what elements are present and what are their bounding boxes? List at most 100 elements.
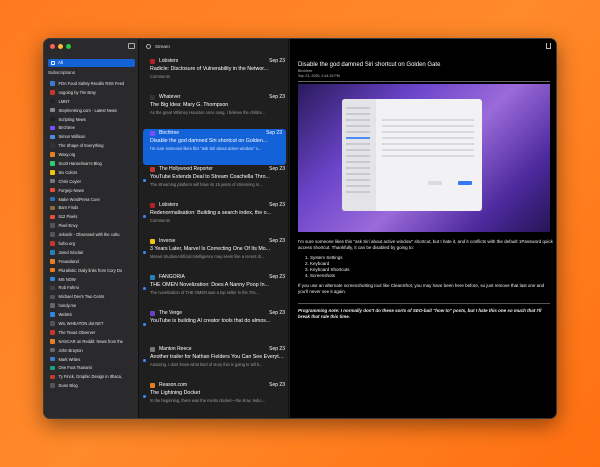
subscription-label: LMNT: [58, 98, 70, 104]
sidebar-subscription-item[interactable]: Scott Hanselman's Blog: [50, 159, 136, 168]
sidebar-subscription-item[interactable]: MS NOW: [50, 275, 136, 284]
article-row[interactable]: The Verge Sep 23 YouTube is building AI cr…: [140, 309, 289, 345]
article-row[interactable]: Reason.com Sep 23 The Lightning Docket In t…: [140, 381, 289, 417]
article-body: I'm sure someone likes this "ask Siri ab…: [298, 239, 554, 295]
feed-favicon-icon: [50, 107, 55, 113]
sidebar-subscription-item[interactable]: Jared Sinclair: [50, 248, 136, 257]
sidebar-subscription-item[interactable]: Rob Fahrni: [50, 283, 136, 292]
article-summary: As the great Whitney Houston once sang, …: [150, 109, 266, 115]
sidebar-subscription-item[interactable]: Ty Finck, Graphic Design in Ithaca,: [50, 372, 136, 381]
sidebar-subscription-item[interactable]: NASCAR on Reddit: News from the: [50, 337, 136, 346]
article-summary: The streaming platform will have its 15 …: [150, 181, 263, 187]
steps-list: System SettingsKeyboardKeyboard Shortcut…: [298, 255, 554, 279]
article-row[interactable]: Birchtree Sep 23 Disable the god damned Si…: [143, 129, 286, 165]
feed-favicon-icon: [50, 98, 55, 104]
sidebar-subscription-item[interactable]: Birchtree: [50, 123, 136, 132]
sidebar-subscription-item[interactable]: The Texas Observer: [50, 328, 136, 337]
feed-favicon-icon: [50, 223, 55, 228]
article-list: Lobsters Sep 23 Radicle: Disclosure of Vul…: [140, 57, 289, 419]
article-title: YouTube Extends Deal to Stream Coachella…: [150, 174, 270, 180]
article-row[interactable]: Manton Reece Sep 23 Another trailer for Na…: [140, 345, 289, 381]
sidebar-subscription-item[interactable]: Barn Finds: [50, 203, 136, 212]
sidebar-subscription-item[interactable]: Scripting News: [50, 115, 136, 124]
timeline-pane: Stream Lobsters Sep 23 Radicle: Disclosure…: [140, 39, 289, 418]
sidebar-subscription-item[interactable]: Michael Dev's Two Cents: [50, 292, 136, 301]
subscription-label: NASCAR on Reddit: News from the: [58, 338, 123, 344]
refresh-icon[interactable]: [146, 43, 151, 49]
article-title: Radicle: Disclosure of Vulnerability in …: [150, 66, 269, 72]
sidebar-toggle-icon[interactable]: [128, 43, 135, 49]
subscription-label: FDA Food Safety Recalls RSS Feed: [58, 80, 125, 86]
article-row[interactable]: The VergeSep 23Discord will now automati…: [140, 417, 289, 419]
article-row[interactable]: Lobsters Sep 23 Radicle: Disclosure of Vul…: [140, 57, 289, 93]
unread-dot-icon: [143, 359, 146, 362]
subscription-label: Waxy.org: [58, 152, 76, 158]
article-title: Disable the god damned Siri shortcut on …: [298, 62, 441, 68]
sidebar-subscription-item[interactable]: Chris Coyier: [50, 177, 136, 186]
zoom-window-button[interactable]: [66, 44, 71, 49]
sidebar-item-all[interactable]: All: [48, 59, 135, 67]
subscription-label: Ty Finck, Graphic Design in Ithaca,: [58, 374, 122, 380]
timeline-title: Stream: [155, 43, 170, 49]
subscription-label: WebKit: [58, 312, 72, 318]
sidebar-subscription-item[interactable]: Make WordPress Core: [50, 195, 136, 204]
article-row[interactable]: Whatever Sep 23 The Big Idea: Mary G. Thom…: [140, 93, 289, 129]
subscription-label: 512 Pixels: [58, 214, 78, 220]
share-icon[interactable]: [546, 43, 551, 49]
sidebar-subscription-item[interactable]: Mark Writes: [50, 355, 136, 364]
subscription-label: The Texas Observer: [58, 329, 96, 335]
article-feed-name: Inverse: [159, 238, 176, 244]
sidebar-subscription-item[interactable]: Pluralistic: Daily links from Cory Do: [50, 266, 136, 275]
sidebar-subscription-item[interactable]: Dunn Blog: [50, 381, 136, 390]
article-summary: Marvel StudiosArtificial Intelligence ma…: [150, 253, 265, 259]
sidebar-item-label: All: [58, 60, 64, 65]
feed-favicon-icon: [50, 267, 55, 273]
sidebar-subscription-item[interactable]: Jekonik - Obsessed with the cultu: [50, 230, 136, 239]
sidebar-subscription-item[interactable]: Waxy.org: [50, 150, 136, 159]
subscription-label: Birchtree: [58, 125, 75, 131]
article-feed-name: The Verge: [159, 418, 269, 419]
article-date: Sep 23: [269, 310, 285, 316]
article-date: Sep 23: [269, 418, 285, 419]
sidebar-subscription-item[interactable]: Simon Willison: [50, 132, 136, 141]
subscription-label: Simon Willison: [58, 134, 86, 140]
sidebar-subscription-item[interactable]: 512 Pixels: [50, 212, 136, 221]
sidebar-subscription-item[interactable]: Pixel Envy: [50, 221, 136, 230]
unread-dot-icon: [143, 287, 146, 290]
article-row[interactable]: FANGORIA Sep 23 THE OMEN Novelization: Doe…: [140, 273, 289, 309]
feed-favicon-icon: [50, 125, 55, 131]
article-feed-name: Lobsters: [159, 58, 179, 64]
sidebar-subscription-item[interactable]: furbo.org: [50, 239, 136, 248]
close-window-button[interactable]: [50, 44, 55, 49]
feed-favicon-icon: [50, 383, 55, 388]
article-row[interactable]: Lobsters Sep 23 Redenormalisation: Buildin…: [140, 201, 289, 237]
article-row[interactable]: Inverse Sep 23 3 Years Later, Marvel Is Co…: [140, 237, 289, 273]
sidebar-subscription-item[interactable]: WIL WHEATON dot NET: [50, 319, 136, 328]
sidebar-subscription-item[interactable]: WebKit: [50, 310, 136, 319]
article-date: Sep 23: [269, 382, 285, 388]
article-feed-name: Reason.com: [159, 382, 188, 388]
sidebar-subscription-item[interactable]: FDA Food Safety Recalls RSS Feed: [50, 79, 136, 88]
feed-favicon-icon: [50, 285, 55, 291]
article-title: The Lightning Docket: [150, 390, 201, 396]
feed-favicon-icon: [150, 166, 155, 172]
sidebar-subscription-item[interactable]: John Brayton: [50, 346, 136, 355]
sidebar-subscription-item[interactable]: LMNT: [50, 97, 136, 106]
sidebar-subscription-item[interactable]: Forgejo News: [50, 186, 136, 195]
sidebar-subscription-item[interactable]: Six Colors: [50, 168, 136, 177]
sidebar-subscription-item[interactable]: One Foot Tsunami: [50, 364, 136, 373]
article-feed-name: FANGORIA: [159, 274, 185, 280]
article-row[interactable]: The Hollywood Reporter Sep 23 YouTube Exte…: [140, 165, 289, 201]
article-paragraph: If you use an alternate screenshotting t…: [298, 283, 545, 294]
sidebar-subscription-item[interactable]: hondy.me: [50, 301, 136, 310]
sidebar-subscription-item[interactable]: StephenKing.com - Latest News: [50, 106, 136, 115]
article-hero-image: [298, 84, 550, 232]
sidebar-subscription-item[interactable]: ongoing by Tim Bray: [50, 88, 136, 97]
feed-favicon-icon: [50, 143, 55, 148]
sidebar: All Subscriptions FDA Food Safety Recall…: [44, 39, 139, 418]
minimize-window-button[interactable]: [58, 44, 63, 49]
app-window: All Subscriptions FDA Food Safety Recall…: [43, 38, 557, 419]
sidebar-subscription-item[interactable]: The Shape of Everything: [50, 141, 136, 150]
feed-favicon-icon: [50, 356, 55, 362]
sidebar-subscription-item[interactable]: Freaxsland: [50, 257, 136, 266]
